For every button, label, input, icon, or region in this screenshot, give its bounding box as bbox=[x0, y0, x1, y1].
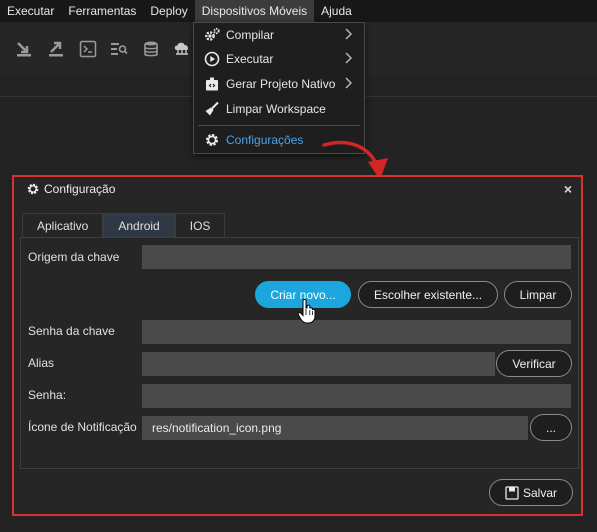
gear-icon bbox=[27, 183, 39, 195]
browse-button[interactable]: ... bbox=[530, 414, 572, 441]
senha-da-chave-label: Senha da chave bbox=[28, 324, 115, 338]
broom-icon bbox=[204, 101, 220, 117]
export-icon[interactable] bbox=[47, 40, 65, 58]
senha-da-chave-field[interactable] bbox=[142, 320, 571, 344]
tab-ios[interactable]: IOS bbox=[174, 213, 226, 238]
save-icon bbox=[505, 485, 519, 500]
escolher-existente-button[interactable]: Escolher existente... bbox=[358, 281, 498, 308]
chevron-right-icon bbox=[345, 28, 352, 40]
gear-icon bbox=[204, 132, 220, 148]
alias-field[interactable] bbox=[142, 352, 495, 376]
terminal-icon[interactable] bbox=[79, 40, 97, 58]
origem-da-chave-field[interactable] bbox=[142, 245, 571, 269]
hand-cursor-icon bbox=[297, 298, 316, 324]
menu-item-executar-label: Executar bbox=[226, 52, 274, 66]
dispositivos-moveis-menu: Compilar Executar Gerar Projeto Nativo L… bbox=[193, 22, 365, 154]
menu-item-compilar[interactable]: Compilar bbox=[194, 23, 364, 47]
android-tab-panel: Origem da chave Criar novo... Escolher e… bbox=[20, 237, 579, 469]
salvar-button[interactable]: Salvar bbox=[489, 479, 573, 506]
menu-ajuda[interactable]: Ajuda bbox=[314, 0, 359, 22]
senha-field[interactable] bbox=[142, 384, 571, 408]
verificar-button[interactable]: Verificar bbox=[496, 350, 572, 377]
dialog-title-bar: Configuração bbox=[26, 182, 115, 196]
menu-executar[interactable]: Executar bbox=[0, 0, 61, 22]
cogs-icon bbox=[204, 27, 220, 43]
search-list-icon[interactable] bbox=[110, 40, 128, 58]
cloud-network-icon[interactable] bbox=[173, 40, 191, 58]
limpar-button[interactable]: Limpar bbox=[504, 281, 572, 308]
menu-item-limpar-workspace-label: Limpar Workspace bbox=[226, 102, 326, 116]
salvar-button-label: Salvar bbox=[522, 485, 557, 500]
menu-ferramentas[interactable]: Ferramentas bbox=[61, 0, 143, 22]
close-icon[interactable]: × bbox=[564, 181, 572, 197]
tab-aplicativo[interactable]: Aplicativo bbox=[22, 213, 104, 238]
menu-item-gerar-projeto-nativo-label: Gerar Projeto Nativo bbox=[226, 77, 336, 91]
menu-item-limpar-workspace[interactable]: Limpar Workspace bbox=[194, 97, 364, 121]
menu-item-gerar-projeto-nativo[interactable]: Gerar Projeto Nativo bbox=[194, 72, 364, 96]
import-icon[interactable] bbox=[15, 40, 33, 58]
icone-de-notificacao-field[interactable]: res/notification_icon.png bbox=[142, 416, 528, 440]
database-icon[interactable] bbox=[142, 40, 160, 58]
configuracao-dialog: Configuração × Aplicativo Android IOS Or… bbox=[12, 175, 583, 516]
menu-separator bbox=[198, 125, 360, 126]
alias-label: Alias bbox=[28, 356, 55, 370]
package-icon bbox=[204, 76, 220, 92]
menu-deploy[interactable]: Deploy bbox=[143, 0, 194, 22]
senha-label: Senha: bbox=[28, 388, 67, 402]
menu-dispositivos-moveis[interactable]: Dispositivos Móveis bbox=[194, 0, 315, 22]
chevron-right-icon bbox=[345, 77, 352, 89]
tab-android[interactable]: Android bbox=[103, 213, 175, 238]
dialog-title: Configuração bbox=[44, 182, 116, 196]
play-icon bbox=[204, 51, 220, 67]
menu-item-executar[interactable]: Executar bbox=[194, 47, 364, 71]
menubar: Executar Ferramentas Deploy Dispositivos… bbox=[0, 0, 597, 22]
chevron-right-icon bbox=[345, 52, 352, 64]
icone-de-notificacao-label: Ícone de Notificação bbox=[28, 420, 137, 434]
menu-item-compilar-label: Compilar bbox=[226, 28, 275, 42]
menu-item-configuracoes-label: Configurações bbox=[226, 133, 304, 147]
origem-da-chave-label: Origem da chave bbox=[28, 250, 120, 264]
tab-bar: Aplicativo Android IOS bbox=[22, 213, 226, 238]
